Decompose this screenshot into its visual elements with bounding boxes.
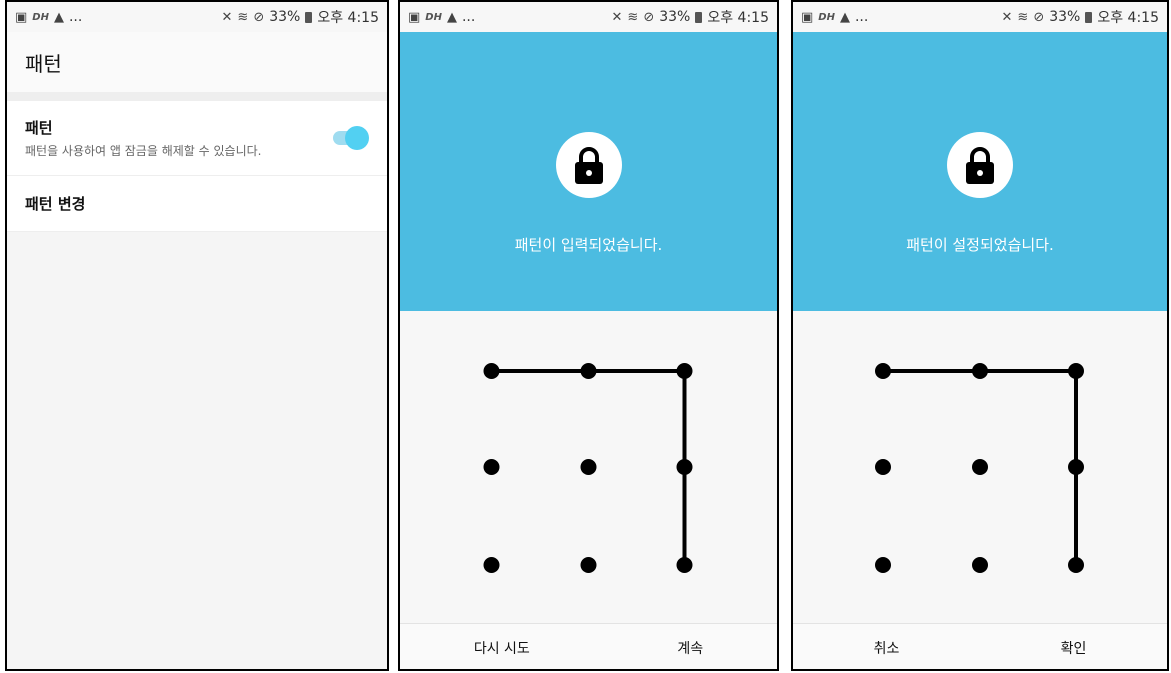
change-pattern-label: 패턴 변경 (25, 195, 86, 213)
pattern-toggle-switch[interactable] (333, 126, 369, 150)
pattern-dot-9[interactable] (1068, 557, 1084, 573)
lock-icon (555, 132, 622, 198)
clock: 오후 4:15 (317, 10, 379, 26)
pattern-toggle-row[interactable]: 패턴 패턴을 사용하여 앱 잠금을 해제할 수 있습니다. (7, 101, 387, 176)
change-pattern-row[interactable]: 패턴 변경 (7, 176, 387, 232)
mute-icon: ✕ (1001, 9, 1013, 25)
pattern-header: 패턴이 입력되었습니다. (400, 32, 777, 311)
wifi-icon: ≋ (237, 9, 249, 25)
mute-icon: ✕ (611, 9, 623, 25)
block-icon: ⊘ (643, 9, 655, 25)
more-notifications: ... (68, 9, 83, 25)
image-icon: ▣ (15, 9, 28, 25)
battery-percent: 33% (659, 9, 691, 25)
image-icon: ▣ (801, 9, 814, 25)
bottom-bar: 다시 시도 계속 (400, 624, 777, 669)
pattern-set-screen: ▣ DH ▲ ... ✕ ≋ ⊘ 33% 오후 4:15 패턴이 설정되었습니다… (791, 0, 1169, 671)
bottom-bar: 취소 확인 (793, 624, 1167, 669)
settings-list: 패턴 패턴을 사용하여 앱 잠금을 해제할 수 있습니다. 패턴 변경 (7, 101, 387, 232)
pattern-canvas[interactable] (400, 311, 777, 623)
pattern-dot-5[interactable] (972, 459, 988, 475)
status-bar: ▣ DH ▲ ... ✕ ≋ ⊘ 33% 오후 4:15 (793, 2, 1167, 32)
toggle-knob (345, 126, 369, 150)
pattern-dot-2[interactable] (972, 363, 988, 379)
pattern-dot-1[interactable] (483, 363, 500, 379)
lock-icon (947, 132, 1013, 198)
divider (7, 93, 387, 101)
dh-icon: DH (818, 11, 835, 23)
pattern-message: 패턴이 입력되었습니다. (514, 236, 663, 254)
page-title: 패턴 (25, 51, 62, 76)
clock: 오후 4:15 (707, 10, 769, 26)
pattern-toggle-subtitle: 패턴을 사용하여 앱 잠금을 해제할 수 있습니다. (25, 144, 262, 158)
battery-percent: 33% (1049, 9, 1081, 25)
block-icon: ⊘ (253, 9, 265, 25)
pattern-dot-5[interactable] (580, 459, 597, 475)
pattern-header: 패턴이 설정되었습니다. (793, 32, 1167, 311)
warning-icon: ▲ (839, 9, 850, 25)
retry-button[interactable]: 다시 시도 (460, 632, 544, 664)
wifi-icon: ≋ (627, 9, 639, 25)
pattern-canvas[interactable] (793, 311, 1167, 623)
pattern-dot-3[interactable] (1068, 363, 1084, 379)
battery-icon (695, 11, 703, 23)
warning-icon: ▲ (446, 9, 457, 25)
app-bar: 패턴 (7, 32, 387, 93)
pattern-dot-6[interactable] (676, 459, 693, 475)
pattern-dot-1[interactable] (875, 363, 891, 379)
wifi-icon: ≋ (1017, 9, 1029, 25)
pattern-grid[interactable] (793, 311, 1167, 624)
pattern-grid[interactable] (400, 311, 777, 624)
pattern-dot-7[interactable] (875, 557, 891, 573)
warning-icon: ▲ (53, 9, 64, 25)
settings-screen: ▣ DH ▲ ... ✕ ≋ ⊘ 33% 오후 4:15 패턴 패턴 패턴을 사… (5, 0, 389, 671)
pattern-dot-8[interactable] (972, 557, 988, 573)
pattern-entered-screen: ▣ DH ▲ ... ✕ ≋ ⊘ 33% 오후 4:15 패턴이 입력되었습니다… (398, 0, 779, 671)
battery-percent: 33% (269, 9, 301, 25)
status-bar: ▣ DH ▲ ... ✕ ≋ ⊘ 33% 오후 4:15 (7, 2, 387, 32)
pattern-dot-3[interactable] (676, 363, 693, 379)
confirm-button[interactable]: 확인 (1047, 632, 1101, 664)
pattern-dot-8[interactable] (580, 557, 597, 573)
pattern-dot-7[interactable] (483, 557, 500, 573)
image-icon: ▣ (408, 9, 421, 25)
mute-icon: ✕ (221, 9, 233, 25)
more-notifications: ... (854, 9, 869, 25)
clock: 오후 4:15 (1097, 10, 1159, 26)
pattern-message: 패턴이 설정되었습니다. (906, 236, 1054, 254)
dh-icon: DH (32, 11, 49, 23)
pattern-toggle-title: 패턴 (25, 119, 53, 137)
status-bar: ▣ DH ▲ ... ✕ ≋ ⊘ 33% 오후 4:15 (400, 2, 777, 32)
pattern-dot-4[interactable] (875, 459, 891, 475)
block-icon: ⊘ (1033, 9, 1045, 25)
continue-button[interactable]: 계속 (663, 632, 717, 664)
dh-icon: DH (425, 11, 442, 23)
more-notifications: ... (461, 9, 476, 25)
pattern-dot-2[interactable] (580, 363, 597, 379)
pattern-dot-4[interactable] (483, 459, 500, 475)
cancel-button[interactable]: 취소 (860, 632, 914, 664)
pattern-dot-9[interactable] (676, 557, 693, 573)
pattern-dot-6[interactable] (1068, 459, 1084, 475)
battery-icon (1085, 11, 1093, 23)
battery-icon (305, 11, 313, 23)
